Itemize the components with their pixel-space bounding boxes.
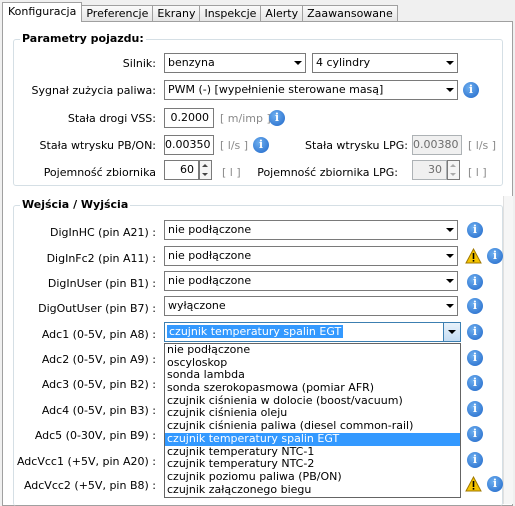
tab-inspekcje[interactable]: Inspekcje (199, 5, 262, 22)
info-icon[interactable]: i (467, 426, 483, 442)
info-icon[interactable]: i (467, 452, 483, 468)
tank-lpg-spinner[interactable] (447, 160, 460, 180)
io-label-adc1: Adc1 (0-5V, pin A8) : (41, 328, 156, 341)
scrollbar[interactable] (503, 196, 513, 504)
io-label-adc3: Adc3 (0-5V, pin B2) : (41, 378, 156, 391)
adc1-dropdown-list: nie podłączone oscyloskop sonda lambda s… (164, 343, 461, 498)
cylinders-select[interactable]: 4 cylindry (312, 53, 458, 73)
tank-input[interactable]: 60 (164, 160, 199, 180)
vss-label: Stała drogi VSS: (67, 112, 156, 125)
info-icon[interactable]: i (463, 82, 479, 98)
info-icon[interactable]: i (467, 350, 483, 366)
list-item-selected[interactable]: czujnik temperatury spalin EGT (165, 432, 460, 446)
diginuser-select[interactable]: nie podłączone (164, 271, 458, 291)
fuel-signal-label: Sygnał zużycia paliwa: (31, 84, 156, 97)
info-icon[interactable]: i (467, 298, 483, 314)
info-icon[interactable]: i (467, 222, 483, 238)
fuel-signal-select[interactable]: PWM (-) [wypełnienie sterowane masą] (164, 80, 458, 100)
digoutuser-select[interactable]: wyłączone (164, 296, 458, 316)
tank-lpg-unit: [ l ] (468, 166, 487, 179)
tank-lpg-input[interactable]: 30 (412, 160, 447, 180)
io-label-adc2: Adc2 (0-5V, pin A9) : (41, 353, 156, 366)
io-label-diginfc2: DigInFc2 (pin A11) : (46, 252, 156, 265)
lpg-input[interactable]: 0.00380 (412, 135, 462, 155)
io-label-adcvcc1: AdcVcc1 (+5V, pin A20) : (16, 455, 156, 468)
info-icon[interactable]: i (467, 274, 483, 290)
pbon-input[interactable]: 0.00350 (164, 135, 214, 155)
io-label-adc4: Adc4 (0-5V, pin B3) : (41, 404, 156, 417)
pbon-unit: [ l/s ] (220, 139, 249, 152)
tab-alerty[interactable]: Alerty (260, 5, 304, 22)
io-label-diginhc: DigInHC (pin A21) : (50, 226, 156, 239)
info-icon[interactable]: i (269, 110, 285, 126)
tank-label: Pojemność zbiornika (43, 166, 156, 179)
info-icon[interactable]: i (487, 476, 503, 492)
info-icon[interactable]: i (467, 401, 483, 417)
lpg-unit: [ l/s ] (468, 139, 497, 152)
info-icon[interactable]: i (253, 137, 269, 153)
tab-konfiguracja[interactable]: Konfiguracja (2, 2, 83, 22)
tab-ekrany[interactable]: Ekrany (152, 5, 201, 22)
tab-zaawansowane[interactable]: Zaawansowane (302, 5, 398, 22)
io-label-diginuser: DigInUser (pin B1) : (47, 277, 156, 290)
vss-unit: [ m/imp ] (220, 112, 271, 125)
engine-select[interactable]: benzyna (164, 53, 306, 73)
tank-lpg-label: Pojemność zbiornika LPG: (257, 166, 398, 179)
diginhc-select[interactable]: nie podłączone (164, 220, 458, 240)
io-title: Wejścia / Wyjścia (20, 198, 131, 211)
io-label-adc5: Adc5 (0-30V, pin B9) : (34, 429, 156, 442)
tab-preferencje[interactable]: Preferencje (81, 5, 154, 22)
pbon-label: Stała wtrysku PB/ON: (39, 139, 156, 152)
warning-icon (465, 248, 482, 264)
list-item[interactable]: nie podłączone (165, 343, 460, 357)
tank-spinner[interactable] (199, 160, 212, 180)
info-icon[interactable]: i (467, 375, 483, 391)
list-item[interactable]: czujnik ciśnienia paliwa (diesel common-… (165, 419, 460, 433)
tab-strip: Konfiguracja Preferencje Ekrany Inspekcj… (2, 2, 398, 22)
list-item[interactable]: czujnik temperatury NTC-2 (165, 457, 460, 471)
chevron-down-icon[interactable] (443, 323, 460, 341)
io-label-adcvcc2: AdcVcc2 (+5V, pin B8) : (23, 479, 156, 492)
engine-label: Silnik: (122, 57, 156, 70)
diginfc2-select[interactable]: nie podłączone (164, 246, 458, 266)
vehicle-params-title: Parametry pojazdu: (20, 32, 146, 45)
tank-unit: [ l ] (222, 166, 241, 179)
list-item[interactable]: sonda szerokopasmowa (pomiar AFR) (165, 381, 460, 395)
info-icon[interactable]: i (467, 324, 483, 340)
vss-input[interactable]: 0.2000 (164, 108, 214, 128)
list-item[interactable]: czujnik poziomu paliwa (PB/ON) (165, 470, 460, 484)
list-item[interactable]: czujnik załączonego biegu (165, 483, 460, 497)
io-label-digoutuser: DigOutUser (pin B7) : (38, 302, 156, 315)
info-icon[interactable]: i (487, 248, 503, 264)
adc1-select[interactable]: czujnik temperatury spalin EGT (164, 322, 461, 342)
lpg-label: Stała wtrysku LPG: (305, 139, 408, 152)
warning-icon (465, 476, 482, 492)
